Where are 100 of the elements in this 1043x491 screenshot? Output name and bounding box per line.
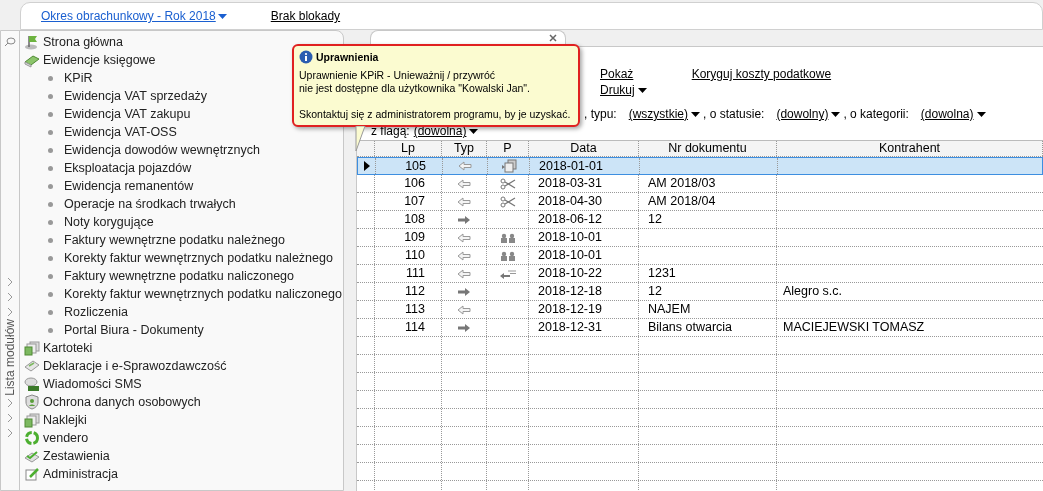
submodule-item[interactable]: Operacje na środkach trwałych (64, 195, 236, 213)
caret-icon (831, 111, 841, 117)
recycle-icon (24, 430, 40, 446)
close-icon[interactable] (549, 34, 557, 42)
table-cell-text: AM 2018/03 (648, 175, 716, 193)
bullet-icon (48, 201, 53, 207)
column-header[interactable]: P (503, 141, 512, 158)
filter-dropdown[interactable]: (wszystkie) (628, 107, 701, 121)
submodule-item[interactable]: Ewidencja remanentów (64, 177, 194, 195)
people-icon (499, 232, 516, 243)
filter-dropdown[interactable]: (dowolna) (413, 124, 479, 138)
table-cell-text: 106 (404, 175, 425, 193)
toolbar-link[interactable]: Koryguj koszty podatkowe (691, 67, 832, 97)
arrow-left-icon (457, 178, 471, 189)
submodule-item[interactable]: Korekty faktur wewnętrznych podatku naliczonego (64, 285, 342, 303)
module-item[interactable]: Ewidencje księgowe (43, 51, 156, 69)
submodule-item[interactable]: Faktury wewnętrzne podatku należnego (64, 231, 285, 249)
chevron-right-icon[interactable] (7, 397, 13, 408)
bullet-icon (48, 183, 53, 189)
module-item[interactable]: Deklaracje i e-Sprawozdawczość (43, 357, 227, 375)
table-row[interactable]: 106 2018-03-31 AM 2018/03 (357, 175, 1043, 193)
arrow-left-icon (457, 196, 471, 207)
module-item[interactable]: Administracja (43, 465, 119, 483)
sidebar-title[interactable]: Lista modułów (1, 319, 19, 396)
column-header[interactable]: Typ (453, 141, 475, 158)
column-header[interactable]: Kontrahent (878, 141, 941, 158)
table-row[interactable]: 111 2018-10-22 1231 (357, 265, 1043, 283)
bullet-icon (48, 129, 53, 135)
arrow-left-icon (457, 268, 471, 279)
submodule-item[interactable]: Ewidencja VAT zakupu (64, 105, 191, 123)
submodule-item[interactable]: Korekty faktur wewnętrznych podatku należnego (64, 249, 333, 267)
bullet-icon (48, 273, 53, 279)
table-cell-text: 111 (406, 265, 425, 283)
filter-dropdown[interactable]: (dowolna) (920, 107, 986, 121)
column-header[interactable]: Nr dokumentu (668, 141, 747, 158)
table-cell-text: 108 (404, 211, 425, 229)
filter-label: , o kategorii: (843, 107, 909, 121)
column-header[interactable]: Data (570, 141, 597, 158)
module-item[interactable]: Ochrona danych osobowych (43, 393, 201, 411)
submodule-item[interactable]: Ewidencja VAT sprzedaży (64, 87, 208, 105)
bullet-icon (48, 219, 53, 225)
table-row[interactable]: 109 2018-10-01 (357, 229, 1043, 247)
toolbar-link[interactable]: Pokaż (600, 67, 634, 81)
caret-icon (691, 111, 701, 117)
submodule-item[interactable]: Eksploatacja pojazdów (64, 159, 192, 177)
table-row[interactable]: 112 2018-12-18 12 Alegro s.c. (357, 283, 1043, 301)
document-icon (24, 358, 40, 374)
table-cell-text: 2018-10-01 (538, 247, 602, 265)
table-row[interactable]: 110 2018-10-01 (357, 247, 1043, 265)
submodule-item[interactable]: Faktury wewnętrzne podatku naliczonego (64, 267, 294, 285)
module-item[interactable]: Naklejki (43, 411, 87, 429)
filter-dropdown[interactable]: (dowolny) (776, 107, 841, 121)
table-cell-text: 110 (405, 247, 425, 265)
table-row[interactable]: 105 2018-01-01 (357, 157, 1043, 175)
period-link[interactable]: Okres obrachunkowy - Rok 2018 (41, 7, 227, 25)
module-item[interactable]: Strona główna (43, 33, 123, 51)
table-cell-text: 112 (405, 283, 425, 301)
table-cell-text: 2018-03-31 (538, 175, 602, 193)
pin-icon[interactable] (4, 37, 16, 47)
chevron-right-icon[interactable] (7, 412, 13, 423)
table-cell-text: 2018-10-01 (538, 229, 602, 247)
table-row[interactable]: 107 2018-04-30 AM 2018/04 (357, 193, 1043, 211)
submodule-item[interactable]: Ewidencja dowodów wewnętrznych (64, 141, 260, 159)
table-row[interactable]: 108 2018-06-12 12 (357, 211, 1043, 229)
row-indicator-icon (363, 161, 370, 171)
chart-icon (24, 448, 40, 464)
tooltip-title: Uprawnienia (316, 50, 379, 64)
table-cell-text: 113 (405, 301, 425, 319)
table-cell-text: 2018-12-18 (538, 283, 602, 301)
bullet-icon (48, 291, 53, 297)
table-cell-text: 2018-10-22 (538, 265, 602, 283)
caret-icon (976, 111, 986, 117)
table-cell-text: NAJEM (648, 301, 691, 319)
submodule-item[interactable]: KPiR (64, 69, 93, 87)
submodule-item[interactable]: Ewidencja VAT-OSS (64, 123, 177, 141)
submodule-item[interactable]: Portal Biura - Dokumenty (64, 321, 204, 339)
toolbar-link[interactable]: Drukuj (600, 83, 647, 97)
bullet-icon (48, 255, 53, 261)
table-row[interactable]: 114 2018-12-31 Bilans otwarcia MACIEJEWSKI TOMASZ (357, 319, 1043, 337)
module-item[interactable]: Zestawienia (43, 447, 110, 465)
lock-status-link[interactable]: Brak blokady (270, 7, 341, 25)
column-header[interactable]: Lp (401, 141, 415, 158)
table-cell-text: 2018-12-19 (538, 301, 602, 319)
filter-label: , typu: (584, 107, 617, 121)
shield-icon (24, 394, 40, 410)
submodule-item[interactable]: Noty korygujące (64, 213, 154, 231)
module-item[interactable]: Wiadomości SMS (43, 375, 142, 393)
chevron-right-icon[interactable] (7, 427, 13, 438)
module-item[interactable]: Kartoteki (43, 339, 93, 357)
table-cell-text: 2018-12-31 (538, 319, 602, 337)
bullet-icon (48, 309, 53, 315)
arrow-right-icon (457, 214, 471, 225)
submodule-item[interactable]: Rozliczenia (64, 303, 128, 321)
cards-icon (24, 412, 40, 428)
module-item[interactable]: vendero (43, 429, 89, 447)
filter-label: , o statusie: (703, 107, 765, 121)
table-cell-text: AM 2018/04 (648, 193, 716, 211)
table-cell-text: 107 (404, 193, 425, 211)
table-row[interactable]: 113 2018-12-19 NAJEM (357, 301, 1043, 319)
bullet-icon (48, 165, 53, 171)
